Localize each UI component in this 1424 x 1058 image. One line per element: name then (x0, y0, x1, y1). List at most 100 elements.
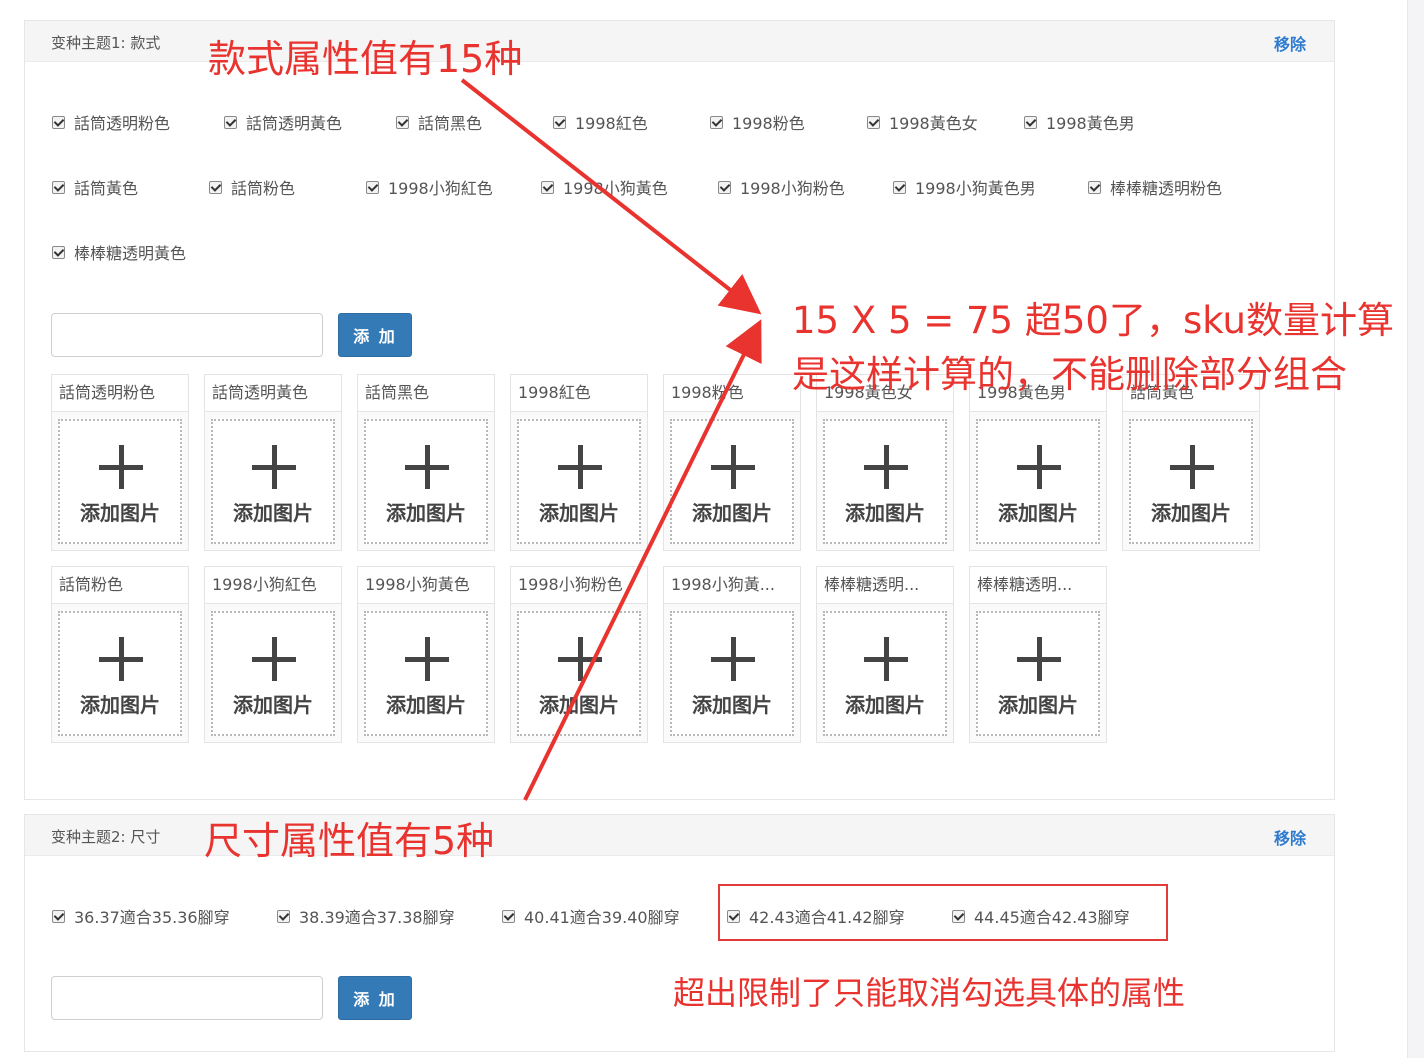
checkbox-checked-icon[interactable] (718, 180, 731, 194)
attribute-checkbox[interactable]: 棒棒糖透明黃色 (52, 240, 186, 264)
attribute-checkbox[interactable]: 1998黃色女 (867, 110, 978, 134)
attribute-checkbox[interactable]: 1998小狗粉色 (718, 175, 845, 199)
add-button[interactable]: 添 加 (338, 313, 412, 357)
add-button[interactable]: 添 加 (338, 976, 412, 1020)
checkbox-checked-icon[interactable] (502, 909, 515, 923)
attribute-checkbox[interactable]: 1998小狗黃色男 (893, 175, 1036, 199)
attribute-checkbox[interactable]: 1998紅色 (553, 110, 648, 134)
image-card: 1998小狗粉色 添加图片 (510, 566, 648, 743)
checkbox-label: 1998小狗粉色 (740, 179, 845, 198)
attribute-checkbox[interactable]: 38.39適合37.38腳穿 (277, 904, 455, 928)
checkbox-checked-icon[interactable] (1024, 115, 1037, 129)
add-image-button[interactable]: 添加图片 (517, 419, 641, 544)
checkbox-label: 話筒粉色 (231, 179, 296, 198)
checkbox-checked-icon[interactable] (209, 180, 222, 194)
checkbox-checked-icon[interactable] (553, 115, 566, 129)
add-image-button[interactable]: 添加图片 (58, 611, 182, 736)
scrollbar-track[interactable] (1407, 0, 1424, 1058)
add-image-label: 添加图片 (1151, 501, 1231, 525)
checkbox-checked-icon[interactable] (277, 909, 290, 923)
attribute-checkbox[interactable]: 話筒粉色 (209, 175, 295, 199)
image-card: 棒棒糖透明... 添加图片 (816, 566, 954, 743)
image-card: 1998小狗黃色添加图片 (357, 566, 495, 743)
checkbox-checked-icon[interactable] (893, 180, 906, 194)
checkbox-label: 1998小狗黃色男 (915, 179, 1036, 198)
remove-link[interactable]: 移除 (1274, 31, 1306, 55)
annotation-size-count: 尺寸属性值有5种 (204, 819, 495, 863)
image-card: 棒棒糖透明... 添加图片 (969, 566, 1107, 743)
card-title: 1998小狗黃... (664, 567, 800, 604)
add-image-label: 添加图片 (998, 501, 1078, 525)
add-image-button[interactable]: 添加图片 (1129, 419, 1253, 544)
checkbox-checked-icon[interactable] (541, 180, 554, 194)
image-card: 話筒黃色 添加图片 (1122, 374, 1260, 551)
variant-theme-label: 变种主题2: 尺寸 (51, 828, 161, 846)
image-card: 話筒透明黃色添加图片 (204, 374, 342, 551)
add-image-label: 添加图片 (80, 693, 160, 717)
attribute-checkbox[interactable]: 話筒黑色 (396, 110, 482, 134)
card-title: 1998小狗紅色 (205, 567, 341, 604)
attribute-checkbox[interactable]: 話筒黃色 (52, 175, 138, 199)
highlight-box (718, 884, 1168, 941)
plus-icon (99, 445, 143, 489)
annotation-limit-note: 超出限制了只能取消勾选具体的属性 (673, 974, 1186, 1012)
attribute-checkbox[interactable]: 1998黃色男 (1024, 110, 1135, 134)
add-image-button[interactable]: 添加图片 (211, 419, 335, 544)
checkbox-checked-icon[interactable] (396, 115, 409, 129)
checkbox-label: 1998小狗紅色 (388, 179, 493, 198)
image-card: 1998小狗紅色添加图片 (204, 566, 342, 743)
add-image-button[interactable]: 添加图片 (670, 419, 794, 544)
add-image-button[interactable]: 添加图片 (211, 611, 335, 736)
checkbox-checked-icon[interactable] (710, 115, 723, 129)
card-title: 1998小狗黃色 (358, 567, 494, 604)
image-card: 話筒黑色 添加图片 (357, 374, 495, 551)
checkbox-label: 40.41適合39.40腳穿 (524, 908, 680, 927)
checkbox-checked-icon[interactable] (224, 115, 237, 129)
attribute-checkbox[interactable]: 40.41適合39.40腳穿 (502, 904, 680, 928)
attribute-checkbox[interactable]: 1998粉色 (710, 110, 805, 134)
add-image-button[interactable]: 添加图片 (58, 419, 182, 544)
plus-icon (405, 637, 449, 681)
new-attribute-input[interactable] (51, 976, 323, 1020)
add-image-button[interactable]: 添加图片 (364, 611, 488, 736)
attribute-checkbox[interactable]: 36.37適合35.36腳穿 (52, 904, 230, 928)
add-image-label: 添加图片 (233, 693, 313, 717)
checkbox-checked-icon[interactable] (366, 180, 379, 194)
add-image-label: 添加图片 (998, 693, 1078, 717)
add-image-label: 添加图片 (386, 501, 466, 525)
checkbox-checked-icon[interactable] (52, 909, 65, 923)
checkbox-checked-icon[interactable] (52, 245, 65, 259)
add-image-button[interactable]: 添加图片 (517, 611, 641, 736)
add-image-button[interactable]: 添加图片 (976, 419, 1100, 544)
add-image-label: 添加图片 (845, 693, 925, 717)
attribute-checkbox[interactable]: 話筒透明粉色 (52, 110, 170, 134)
card-title: 話筒透明黃色 (205, 375, 341, 412)
add-image-button[interactable]: 添加图片 (823, 611, 947, 736)
checkbox-checked-icon[interactable] (52, 115, 65, 129)
image-card: 話筒透明粉色 添加图片 (51, 374, 189, 551)
image-card: 1998粉色 添加图片 (663, 374, 801, 551)
add-image-label: 添加图片 (845, 501, 925, 525)
add-image-button[interactable]: 添加图片 (670, 611, 794, 736)
checkbox-label: 1998黃色男 (1046, 114, 1135, 133)
attribute-checkbox[interactable]: 1998小狗紅色 (366, 175, 493, 199)
card-title: 1998紅色 (511, 375, 647, 412)
checkbox-checked-icon[interactable] (52, 180, 65, 194)
plus-icon (252, 445, 296, 489)
checkbox-checked-icon[interactable] (1088, 180, 1101, 194)
remove-link[interactable]: 移除 (1274, 825, 1306, 849)
checkbox-label: 話筒透明粉色 (74, 114, 171, 133)
add-image-label: 添加图片 (692, 501, 772, 525)
attribute-checkbox[interactable]: 話筒透明黃色 (224, 110, 342, 134)
variant-theme-label: 变种主题1: 款式 (51, 34, 161, 52)
card-title: 棒棒糖透明... (817, 567, 953, 604)
add-image-button[interactable]: 添加图片 (976, 611, 1100, 736)
attribute-checkbox[interactable]: 1998小狗黃色 (541, 175, 668, 199)
checkbox-checked-icon[interactable] (867, 115, 880, 129)
add-image-button[interactable]: 添加图片 (823, 419, 947, 544)
add-image-button[interactable]: 添加图片 (364, 419, 488, 544)
new-attribute-input[interactable] (51, 313, 323, 357)
attribute-checkbox[interactable]: 棒棒糖透明粉色 (1088, 175, 1222, 199)
plus-icon (99, 637, 143, 681)
image-card: 1998紅色添加图片 (510, 374, 648, 551)
